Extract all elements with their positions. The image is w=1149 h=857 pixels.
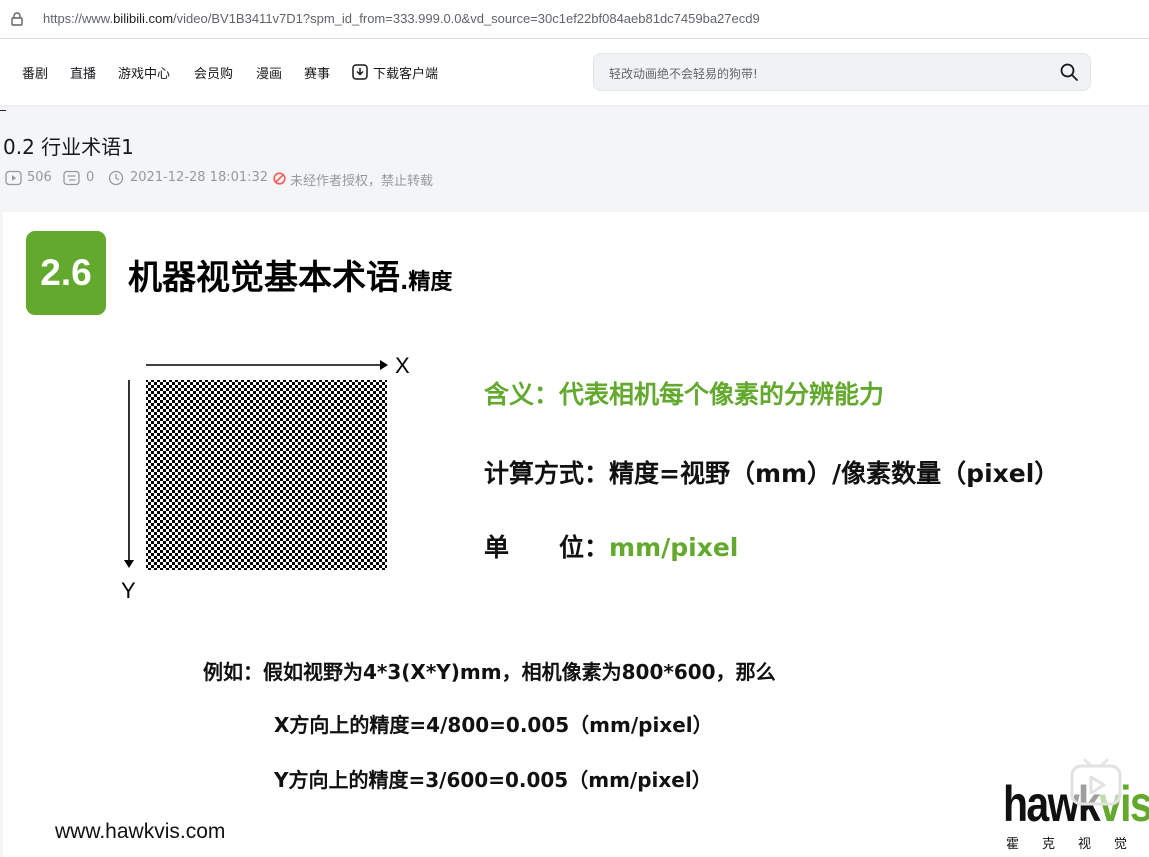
nav-item-esports[interactable]: 赛事 <box>304 63 330 82</box>
slide-title: 机器视觉基本术语.精度 <box>128 250 452 299</box>
unit-value: mm/pixel <box>609 533 739 562</box>
nav-item-bangumi[interactable]: 番剧 <box>22 63 48 82</box>
y-axis-arrow <box>124 560 134 568</box>
slide-title-main: 机器视觉基本术语 <box>128 258 400 298</box>
pixel-checkerboard <box>146 380 387 570</box>
unit-line: 单 位：mm/pixel <box>484 528 738 564</box>
url-prefix: https://www. <box>43 11 114 26</box>
video-title: 0.2 行业术语1 <box>3 135 134 159</box>
example-line-2: X方向上的精度=4/800=0.005（mm/pixel） <box>274 713 713 737</box>
example-line-3: Y方向上的精度=3/600=0.005（mm/pixel） <box>274 768 712 792</box>
clock-icon <box>108 170 124 186</box>
logo-subtitle: 霍克视觉 <box>1006 837 1149 852</box>
video-player[interactable]: 2.6 机器视觉基本术语.精度 X Y 含义：代表相机每个像素的分辨能力 计算方… <box>3 212 1149 857</box>
slide-title-sub: .精度 <box>400 270 453 295</box>
nav-item-game-center[interactable]: 游戏中心 <box>118 63 170 82</box>
unit-label: 单 位： <box>484 533 610 562</box>
formula-text: 计算方式：精度=视野（mm）/像素数量（pixel） <box>484 459 1060 488</box>
meaning-text: 含义：代表相机每个像素的分辨能力 <box>484 380 885 409</box>
website-text: www.hawkvis.com <box>55 820 226 843</box>
download-icon[interactable] <box>352 64 368 80</box>
copyright-notice: 未经作者授权，禁止转载 <box>290 174 434 189</box>
url-host: bilibili.com <box>113 11 174 26</box>
no-repost-icon <box>273 172 286 185</box>
site-header: 番剧 直播 游戏中心 会员购 漫画 赛事 下载客户端 <box>0 39 1149 111</box>
pixel-grid-diagram: X Y <box>121 353 410 603</box>
url-path: /video/BV1B3411v7D1?spm_id_from=333.999.… <box>173 11 760 26</box>
danmaku-count: 0 <box>86 170 95 185</box>
y-axis-label: Y <box>121 578 136 603</box>
x-axis-arrow <box>380 360 388 370</box>
address-bar[interactable]: https://www.bilibili.com/video/BV1B3411v… <box>0 0 1149 39</box>
section-badge: 2.6 <box>26 231 106 315</box>
example-line-1: 例如：假如视野为4*3(X*Y)mm，相机像素为800*600，那么 <box>203 660 776 684</box>
play-count-icon <box>5 170 22 186</box>
tv-play-icon[interactable] <box>1068 752 1124 808</box>
danmaku-icon <box>63 170 80 186</box>
nav-item-manga[interactable]: 漫画 <box>256 63 282 82</box>
nav-edge-marker <box>0 110 6 111</box>
search-input[interactable] <box>607 63 1041 85</box>
nav-item-mall[interactable]: 会员购 <box>194 63 233 82</box>
publish-datetime: 2021-12-28 18:01:32 <box>130 170 269 185</box>
nav-item-live[interactable]: 直播 <box>70 63 96 82</box>
view-count: 506 <box>27 170 52 185</box>
x-axis-label: X <box>395 353 410 378</box>
nav-item-download-client[interactable]: 下载客户端 <box>373 63 438 82</box>
search-box[interactable] <box>593 53 1091 91</box>
url-text[interactable]: https://www.bilibili.com/video/BV1B3411v… <box>43 11 760 26</box>
lock-icon[interactable] <box>11 12 23 26</box>
search-icon[interactable] <box>1059 62 1079 82</box>
